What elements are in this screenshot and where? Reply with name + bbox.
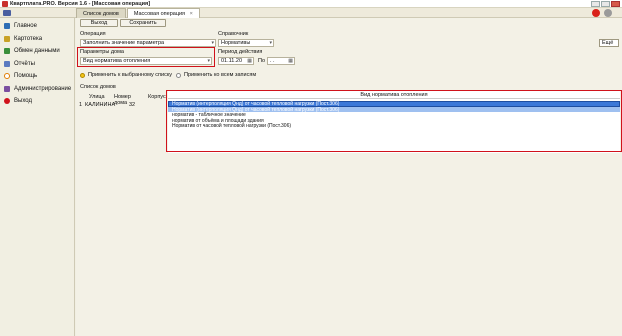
operation-label: Операция bbox=[80, 31, 106, 37]
help-icon bbox=[4, 73, 10, 80]
table-row[interactable]: 1 КАЛИНИНА 32 bbox=[79, 102, 141, 108]
operation-value: Заполнить значение параметра bbox=[83, 40, 165, 46]
admin-icon bbox=[4, 85, 10, 92]
period-to-value: . . bbox=[270, 58, 275, 64]
calendar-icon[interactable]: ▦ bbox=[247, 58, 252, 64]
chevron-down-icon: ▾ bbox=[207, 58, 210, 64]
calendar-icon[interactable]: ▦ bbox=[288, 58, 293, 64]
sidebar-item-data-exchange[interactable]: Обмен данными bbox=[0, 45, 74, 58]
period-to-input[interactable]: . . ▦ bbox=[267, 57, 295, 65]
sidebar-item-label: Помощь bbox=[14, 73, 38, 80]
params-value: Вид норматива отопления bbox=[83, 58, 151, 64]
tab-label: Массовая операция bbox=[133, 11, 186, 17]
operation-select[interactable]: Заполнить значение параметра ▾ bbox=[80, 39, 216, 47]
grey-status-icon[interactable] bbox=[604, 9, 612, 17]
period-from-value: 01.11.20 bbox=[221, 58, 243, 64]
more-label: Ещё bbox=[602, 40, 614, 46]
minimize-icon[interactable] bbox=[591, 1, 600, 7]
home-icon bbox=[4, 23, 10, 30]
chevron-down-icon: ▾ bbox=[211, 40, 214, 46]
sidebar-item-label: Главное bbox=[14, 23, 37, 30]
window-title: Квартплата.PRO. Версия 1.6 - [Массовая о… bbox=[10, 0, 151, 7]
reference-value: Нормативы bbox=[221, 40, 251, 46]
sidebar-item-card-index[interactable]: Картотека bbox=[0, 33, 74, 46]
houses-section-label: Список домов bbox=[80, 84, 116, 90]
more-button[interactable]: Ещё bbox=[599, 39, 619, 47]
sidebar-item-help[interactable]: Помощь bbox=[0, 70, 74, 83]
tab-strip: Список домов Массовая операция × bbox=[76, 8, 201, 18]
sidebar-item-label: Обмен данными bbox=[14, 48, 60, 55]
exchange-icon bbox=[4, 48, 10, 55]
close-icon[interactable] bbox=[611, 1, 620, 7]
dropdown-highlight-box bbox=[166, 90, 622, 152]
radio-label: Применить к выбранному списку bbox=[88, 72, 173, 78]
sidebar-item-label: Отчёты bbox=[14, 60, 35, 67]
radio-selected-icon bbox=[80, 72, 85, 78]
exit-button[interactable]: Выход bbox=[80, 19, 118, 27]
tab-close-icon[interactable]: × bbox=[190, 11, 193, 17]
save-button[interactable]: Сохранить bbox=[120, 19, 166, 27]
report-icon bbox=[4, 60, 10, 67]
tab-houses-list[interactable]: Список домов bbox=[76, 8, 126, 18]
chevron-down-icon: ▾ bbox=[269, 40, 272, 46]
exit-icon bbox=[4, 98, 10, 105]
period-to-label: По bbox=[258, 58, 266, 64]
params-label: Параметры дома bbox=[80, 49, 124, 55]
params-select[interactable]: Вид норматива отопления ▾ bbox=[80, 57, 212, 65]
folder-icon bbox=[4, 35, 10, 42]
menu-icon[interactable] bbox=[3, 10, 11, 16]
tab-label: Список домов bbox=[83, 11, 119, 17]
app-logo-icon bbox=[2, 0, 8, 7]
sidebar-item-label: Администрирование bbox=[14, 85, 72, 92]
sidebar-item-label: Выход bbox=[14, 98, 32, 105]
radio-label: Применить ко всем записям bbox=[184, 72, 257, 78]
title-bar: Квартплата.PRO. Версия 1.6 - [Массовая о… bbox=[0, 0, 622, 8]
sidebar-item-exit[interactable]: Выход bbox=[0, 95, 74, 108]
number-cell: 32 bbox=[129, 102, 136, 108]
apply-all-radio[interactable]: Применить ко всем записям bbox=[176, 72, 256, 78]
period-label: Период действия bbox=[218, 49, 263, 55]
main-panel: Выход Сохранить Операция Заполнить значе… bbox=[76, 18, 622, 336]
reference-select[interactable]: Нормативы ▾ bbox=[218, 39, 274, 47]
tab-mass-operation[interactable]: Массовая операция × bbox=[126, 8, 200, 18]
sidebar-item-home[interactable]: Главное bbox=[0, 20, 74, 33]
sidebar: Главное Картотека Обмен данными Отчёты П… bbox=[0, 18, 75, 336]
sidebar-item-label: Картотека bbox=[14, 35, 43, 42]
street-cell: КАЛИНИНА bbox=[85, 102, 116, 108]
apply-selected-radio[interactable]: Применить к выбранному списку bbox=[80, 72, 172, 78]
period-from-input[interactable]: 01.11.20 ▦ bbox=[218, 57, 254, 65]
sidebar-item-reports[interactable]: Отчёты bbox=[0, 58, 74, 71]
maximize-icon[interactable] bbox=[601, 1, 610, 7]
red-status-icon[interactable] bbox=[592, 9, 600, 17]
window-controls bbox=[591, 1, 620, 7]
radio-empty-icon bbox=[176, 72, 181, 78]
sidebar-item-admin[interactable]: Администрирование bbox=[0, 83, 74, 96]
window-buttons bbox=[592, 9, 612, 17]
reference-label: Справочник bbox=[218, 31, 249, 37]
